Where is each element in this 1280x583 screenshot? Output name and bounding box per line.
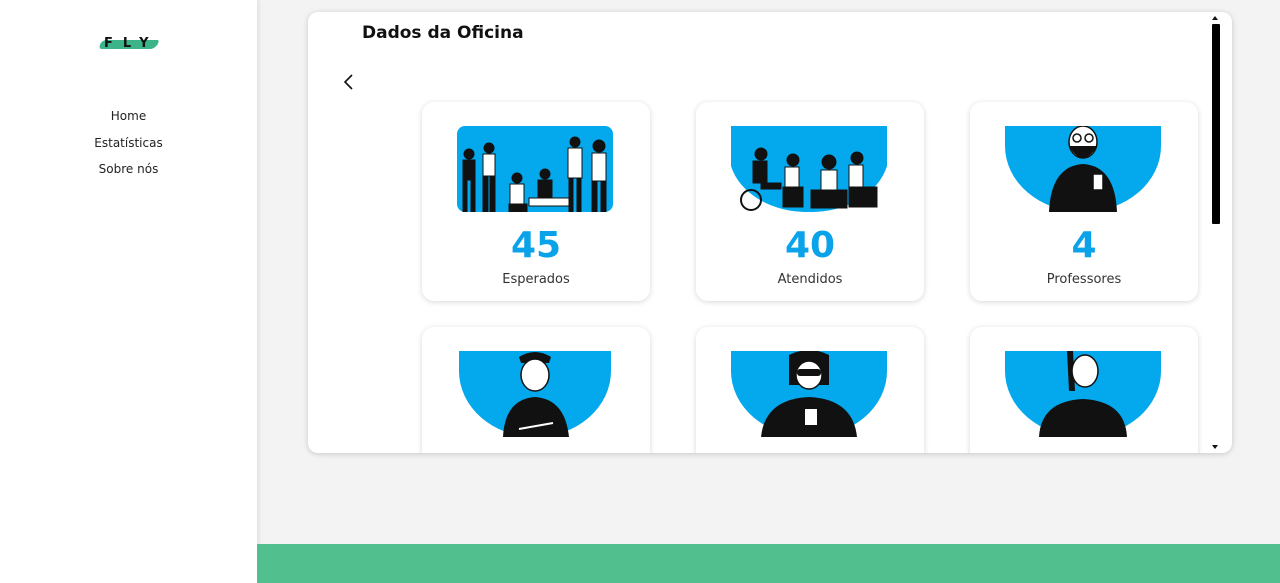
woman-sunglasses-illustration: [731, 351, 887, 437]
woman-headband-illustration: [457, 351, 613, 437]
stat-card-5[interactable]: [696, 327, 924, 453]
stat-label: Atendidos: [777, 272, 843, 287]
stat-card-esperados[interactable]: 45 Esperados: [422, 102, 650, 301]
sidebar-item-sobre-nos[interactable]: Sobre nós: [0, 161, 257, 188]
scroll-down-arrow-icon[interactable]: [1212, 445, 1218, 449]
stat-card-professores[interactable]: 4 Professores: [970, 102, 1198, 301]
stat-label: Esperados: [502, 272, 570, 287]
page-title: Dados da Oficina: [362, 23, 524, 43]
sidebar-nav: Home Estatísticas Sobre nós: [0, 108, 257, 188]
scroll-up-arrow-icon[interactable]: [1212, 16, 1218, 20]
sidebar: FLY Home Estatísticas Sobre nós: [0, 0, 257, 583]
stat-label: Professores: [1046, 272, 1122, 287]
fly-logo[interactable]: FLY: [99, 34, 159, 56]
stat-card-4[interactable]: [422, 327, 650, 453]
logo-text: FLY: [104, 36, 159, 51]
chevron-left-icon: [343, 74, 353, 90]
panel-scrollbar[interactable]: [1208, 14, 1224, 452]
back-button[interactable]: [340, 72, 358, 94]
stat-card-atendidos[interactable]: 40 Atendidos: [696, 102, 924, 301]
footer-band: [257, 544, 1280, 583]
sidebar-item-estatisticas[interactable]: Estatísticas: [0, 135, 257, 162]
stat-card-6[interactable]: [970, 327, 1198, 453]
scrollbar-thumb[interactable]: [1212, 24, 1220, 224]
sad-woman-illustration: [1005, 351, 1161, 437]
group-sitting-illustration: [731, 126, 887, 212]
stat-value: 4: [1071, 225, 1097, 266]
stat-value: 45: [510, 225, 562, 266]
stat-value: 40: [784, 225, 836, 266]
dados-oficina-panel: Dados da Oficina 45 Esperados 40 Atendid…: [308, 12, 1232, 453]
bearded-man-illustration: [1005, 126, 1161, 212]
sidebar-item-home[interactable]: Home: [0, 108, 257, 135]
group-standing-illustration: [457, 126, 613, 212]
